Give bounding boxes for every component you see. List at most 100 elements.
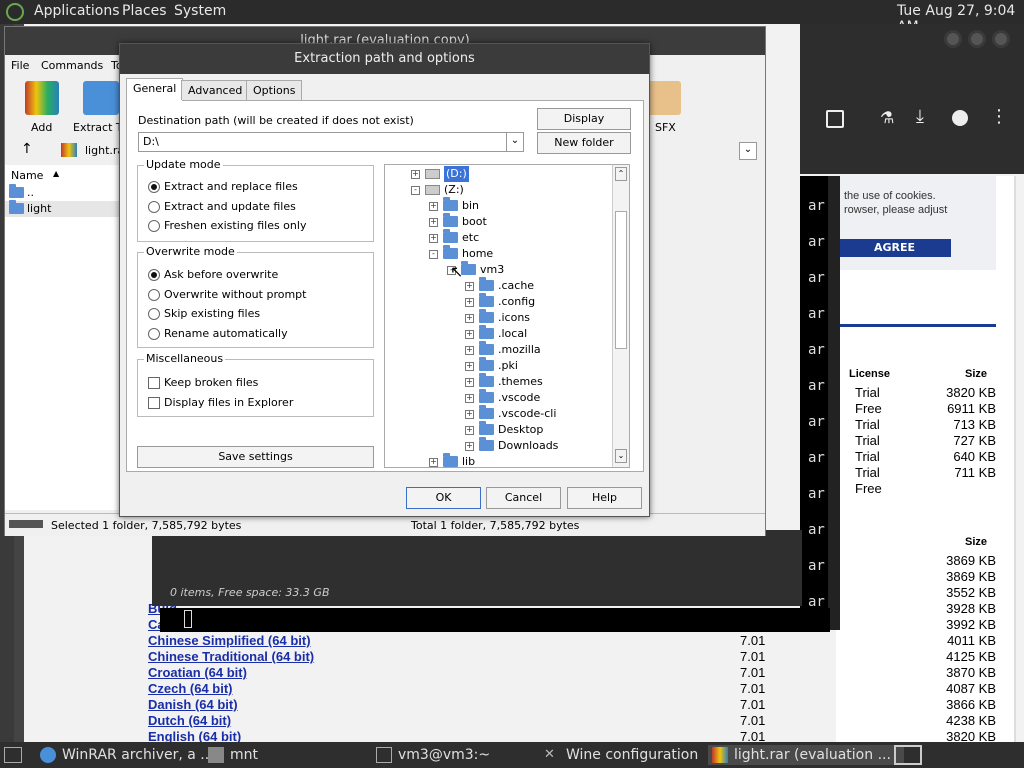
overwrite-mode-option[interactable]: Ask before overwrite: [164, 268, 278, 281]
language-link[interactable]: Croatian (64 bit): [148, 665, 247, 680]
page-scrollbar[interactable]: [1014, 176, 1016, 742]
tree-scrollbar[interactable]: ⌃ ⌄: [612, 165, 629, 467]
update-mode-option[interactable]: Extract and replace files: [164, 180, 298, 193]
terminal-window[interactable]: ar ar ar ar ar ar ar ar ar ar ar ar: [800, 176, 840, 630]
tree-node[interactable]: + lib: [385, 453, 613, 467]
expand-toggle-icon[interactable]: +: [429, 234, 438, 243]
task-terminal[interactable]: vm3@vm3:~: [372, 745, 548, 765]
workspace-switcher-icon[interactable]: [894, 745, 922, 765]
task-mnt[interactable]: mnt: [204, 745, 380, 765]
menu-commands[interactable]: Commands: [41, 59, 103, 72]
tree-node[interactable]: + .pki: [385, 357, 613, 374]
language-link[interactable]: Dutch (64 bit): [148, 713, 231, 728]
sfx-label[interactable]: SFX: [655, 121, 676, 134]
expand-toggle-icon[interactable]: +: [429, 202, 438, 211]
profile-icon[interactable]: [952, 110, 968, 126]
tree-node[interactable]: + .mozilla: [385, 341, 613, 358]
update-mode-radio[interactable]: [148, 181, 160, 193]
tree-node[interactable]: - vm3: [385, 261, 613, 278]
overwrite-mode-option[interactable]: Rename automatically: [164, 327, 288, 340]
distro-logo-icon[interactable]: [6, 3, 24, 21]
list-item[interactable]: ..: [5, 184, 125, 201]
tab-general[interactable]: General: [126, 78, 184, 101]
show-desktop-icon[interactable]: [4, 747, 22, 763]
list-item[interactable]: light: [5, 200, 125, 217]
language-link[interactable]: Danish (64 bit): [148, 697, 238, 712]
tree-node[interactable]: - (Z:): [385, 182, 613, 198]
expand-toggle-icon[interactable]: +: [465, 330, 474, 339]
sfx-icon[interactable]: [647, 81, 681, 115]
scroll-thumb[interactable]: [615, 211, 627, 349]
update-mode-radio[interactable]: [148, 200, 160, 213]
language-link[interactable]: Czech (64 bit): [148, 681, 233, 696]
misc-checkbox[interactable]: [148, 377, 160, 389]
labs-icon[interactable]: ⚗: [880, 108, 894, 127]
system-menu[interactable]: System: [174, 3, 226, 19]
scroll-up-icon[interactable]: ⌃: [615, 167, 627, 181]
tree-node[interactable]: + .themes: [385, 373, 613, 390]
maximize-icon[interactable]: [968, 30, 986, 48]
expand-toggle-icon[interactable]: +: [465, 410, 474, 419]
update-mode-radio[interactable]: [148, 220, 160, 232]
misc-checkbox[interactable]: [148, 397, 160, 409]
tab-advanced[interactable]: Advanced: [181, 80, 250, 100]
tree-node[interactable]: + boot: [385, 213, 613, 230]
new-folder-button[interactable]: New folder: [537, 132, 631, 154]
extract-to-icon[interactable]: [83, 81, 119, 115]
tree-node[interactable]: + .cache: [385, 277, 613, 294]
expand-toggle-icon[interactable]: +: [411, 170, 420, 179]
language-link[interactable]: Chinese Traditional (64 bit): [148, 649, 314, 664]
tree-node[interactable]: + .local: [385, 325, 613, 342]
ok-button[interactable]: OK: [406, 487, 481, 509]
tree-node[interactable]: + Desktop: [385, 421, 613, 438]
address-dropdown-icon[interactable]: ⌄: [739, 142, 757, 160]
more-menu-icon[interactable]: ⋮: [990, 106, 1008, 127]
terminal-scrollbar[interactable]: [828, 176, 840, 630]
close-icon[interactable]: [992, 30, 1010, 48]
expand-toggle-icon[interactable]: -: [429, 250, 438, 259]
update-mode-option[interactable]: Extract and update files: [164, 200, 296, 213]
tree-node[interactable]: + Downloads: [385, 437, 613, 454]
tree-node[interactable]: + etc: [385, 229, 613, 246]
expand-toggle-icon[interactable]: +: [465, 314, 474, 323]
language-link[interactable]: Chinese Simplified (64 bit): [148, 633, 311, 648]
task-winrar[interactable]: WinRAR archiver, a ...: [36, 745, 222, 765]
places-menu[interactable]: Places: [122, 3, 167, 19]
tab-options[interactable]: Options: [246, 80, 303, 100]
overwrite-mode-option[interactable]: Skip existing files: [164, 307, 260, 320]
destination-dropdown-icon[interactable]: ⌄: [506, 133, 523, 151]
overwrite-mode-radio[interactable]: [148, 327, 160, 340]
task-light-rar[interactable]: light.rar (evaluation ...: [708, 745, 904, 765]
expand-toggle-icon[interactable]: +: [465, 394, 474, 403]
overwrite-mode-radio[interactable]: [148, 308, 160, 320]
applications-menu[interactable]: Applications: [34, 3, 120, 19]
tree-node[interactable]: + bin: [385, 197, 613, 214]
menu-file[interactable]: File: [11, 59, 29, 72]
extensions-icon[interactable]: [826, 110, 844, 128]
expand-toggle-icon[interactable]: +: [465, 426, 474, 435]
download-icon[interactable]: ⤓: [916, 106, 924, 127]
folder-tree[interactable]: + (D:) - (Z:) + bin + boot + etc - home - vm3 + .cache +…: [384, 164, 630, 468]
expand-toggle-icon[interactable]: +: [465, 298, 474, 307]
expand-toggle-icon[interactable]: +: [465, 442, 474, 451]
add-label[interactable]: Add: [31, 121, 52, 134]
expand-toggle-icon[interactable]: -: [411, 186, 420, 195]
expand-toggle-icon[interactable]: +: [429, 458, 438, 467]
expand-toggle-icon[interactable]: +: [465, 346, 474, 355]
expand-toggle-icon[interactable]: +: [465, 362, 474, 371]
task-wine[interactable]: ✕ Wine configuration: [540, 745, 726, 765]
minimize-icon[interactable]: [944, 30, 962, 48]
tree-node[interactable]: + .icons: [385, 309, 613, 326]
tree-node[interactable]: + .config: [385, 293, 613, 310]
tree-node[interactable]: + .vscode-cli: [385, 405, 613, 422]
cancel-button[interactable]: Cancel: [486, 487, 561, 509]
help-button[interactable]: Help: [567, 487, 642, 509]
add-icon[interactable]: [25, 81, 59, 115]
save-settings-button[interactable]: Save settings: [137, 446, 374, 468]
dialog-title[interactable]: Extraction path and options: [120, 44, 649, 74]
expand-toggle-icon[interactable]: +: [429, 218, 438, 227]
misc-option[interactable]: Keep broken files: [164, 376, 258, 389]
destination-input[interactable]: D:\ ⌄: [138, 132, 524, 152]
display-button[interactable]: Display: [537, 108, 631, 130]
expand-toggle-icon[interactable]: +: [465, 378, 474, 387]
